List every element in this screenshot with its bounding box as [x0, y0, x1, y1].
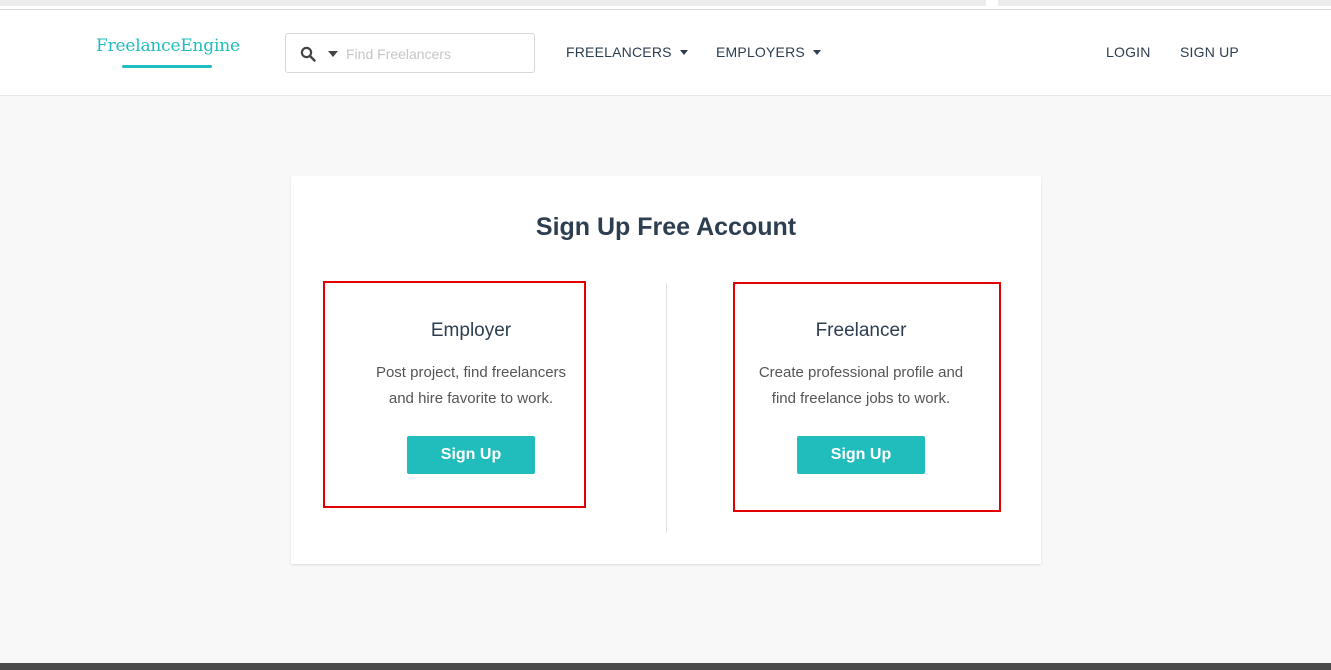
- freelancer-highlight-box: [733, 282, 1001, 512]
- nav-employers-menu[interactable]: EMPLOYERS: [716, 44, 821, 60]
- browser-tab-bar-right: [998, 0, 1331, 6]
- employer-highlight-box: [323, 281, 586, 508]
- signup-link[interactable]: SIGN UP: [1180, 44, 1239, 60]
- page-title: Sign Up Free Account: [535, 213, 797, 241]
- chevron-down-icon: [679, 50, 688, 55]
- nav-freelancers-menu[interactable]: FREELANCERS: [566, 44, 688, 60]
- column-divider: [666, 283, 667, 533]
- logo-underline: [122, 65, 212, 68]
- search-type-dropdown-icon[interactable]: [328, 51, 338, 57]
- footer-bar: [0, 663, 1331, 670]
- search-box: [285, 33, 535, 73]
- browser-top-strip: [0, 0, 1331, 10]
- site-logo[interactable]: FreelanceEngine: [96, 36, 240, 56]
- browser-tab-bar: [0, 0, 986, 6]
- site-header: FreelanceEngine FREELANCERS EMPLOYERS LO…: [0, 10, 1331, 96]
- nav-freelancers-label: FREELANCERS: [566, 44, 672, 60]
- search-input[interactable]: [346, 42, 526, 66]
- search-icon[interactable]: [300, 46, 316, 62]
- chevron-down-icon: [812, 50, 821, 55]
- login-link[interactable]: LOGIN: [1106, 44, 1151, 60]
- nav-employers-label: EMPLOYERS: [716, 44, 805, 60]
